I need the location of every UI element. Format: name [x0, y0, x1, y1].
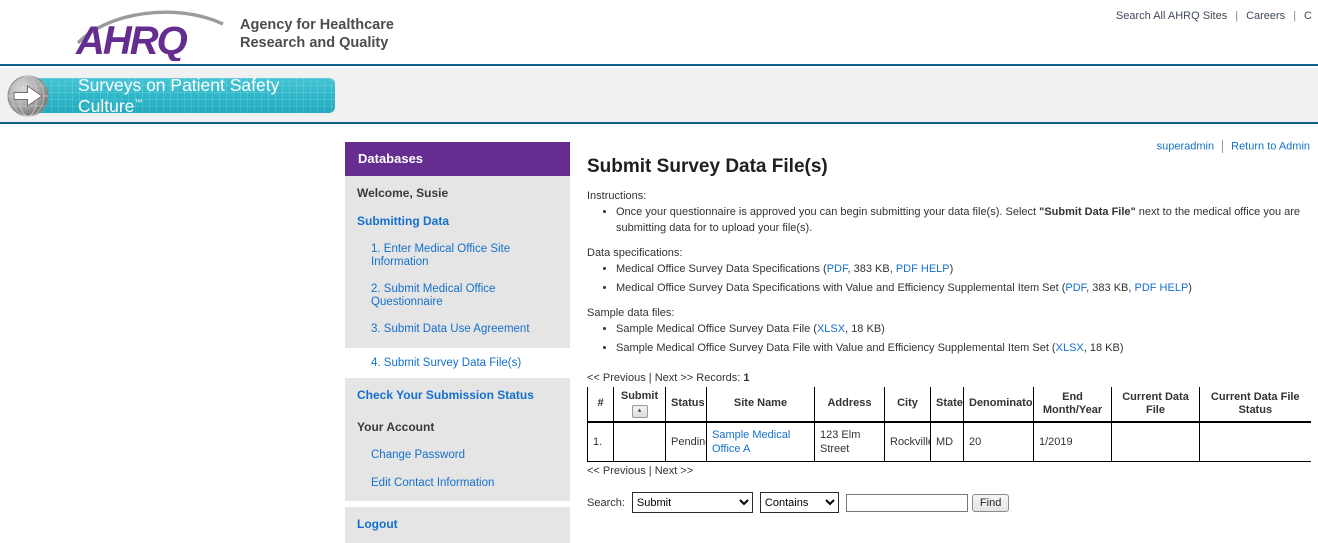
sidebar-item-step-1[interactable]: 1. Enter Medical Office Site Information	[345, 236, 570, 276]
sidebar-item-submitting-data[interactable]: Submitting Data	[345, 208, 570, 236]
sops-banner: Surveys on Patient Safety Culture™	[30, 78, 335, 113]
survey-data-table: # Submit▴ Status Site Name Address City …	[587, 387, 1311, 463]
spec-item-2: Medical Office Survey Data Specification…	[616, 281, 1310, 297]
col-header-state: State	[931, 387, 964, 422]
sidebar-block-logout: Logout	[345, 507, 570, 543]
pager-previous[interactable]: << Previous	[587, 372, 646, 384]
sidebar-item-step-2[interactable]: 2. Submit Medical Office Questionnaire	[345, 276, 570, 316]
cell-city: Rockville	[885, 422, 931, 462]
table-search-bar: Search: Submit Contains Find	[587, 492, 1310, 513]
sidebar-label-your-account: Your Account	[345, 414, 570, 442]
main-content: Submit Survey Data File(s) Instructions:…	[587, 156, 1310, 513]
sidebar-item-logout[interactable]: Logout	[345, 511, 570, 539]
program-banner-band: Surveys on Patient Safety Culture™	[0, 68, 1318, 124]
sample1-xlsx-link[interactable]: XLSX	[817, 323, 845, 335]
search-field-select[interactable]: Submit	[632, 492, 753, 513]
ahrq-logo[interactable]: AHRQ Agency for Healthcare Research and …	[74, 7, 394, 61]
spec1-pdf-link[interactable]: PDF	[827, 263, 848, 275]
instructions-bullet: Once your questionnaire is approved you …	[616, 205, 1310, 237]
ahrq-logo-graphic: AHRQ	[74, 7, 226, 61]
col-header-status: Status	[666, 387, 707, 422]
sample2-xlsx-link[interactable]: XLSX	[1056, 342, 1084, 354]
page-title: Submit Survey Data File(s)	[587, 156, 1310, 178]
sidebar-item-check-submission-status[interactable]: Check Your Submission Status	[345, 382, 570, 410]
search-operator-select[interactable]: Contains	[760, 492, 839, 513]
sample-data-files-label: Sample data files:	[587, 307, 1310, 319]
cell-status: Pending	[666, 422, 707, 462]
logo-tagline: Agency for Healthcare Research and Quali…	[240, 16, 394, 52]
data-specifications-label: Data specifications:	[587, 247, 1310, 259]
table-header-row: # Submit▴ Status Site Name Address City …	[588, 387, 1311, 422]
site-header: AHRQ Agency for Healthcare Research and …	[0, 0, 1318, 66]
header-utility-links: Search All AHRQ Sites|Careers|C	[1116, 10, 1312, 22]
col-header-number: #	[588, 387, 614, 422]
col-header-end-month-year: End Month/Year	[1034, 387, 1112, 422]
sample-files-list: Sample Medical Office Survey Data File (…	[587, 322, 1310, 357]
cell-state: MD	[931, 422, 964, 462]
cell-address: 123 Elm Street	[815, 422, 885, 462]
admin-bar-divider	[1222, 140, 1223, 153]
pager-previous-bottom[interactable]: << Previous	[587, 465, 646, 477]
header-link-cutoff[interactable]: C	[1304, 10, 1312, 22]
col-header-current-data-file-status: Current Data File Status	[1200, 387, 1311, 422]
col-header-denominator: Denominator	[964, 387, 1034, 422]
search-label: Search:	[587, 497, 625, 509]
cell-submit	[614, 422, 666, 462]
banner-title: Surveys on Patient Safety Culture™	[78, 75, 335, 117]
data-specifications-list: Medical Office Survey Data Specification…	[587, 262, 1310, 297]
sample-item-2: Sample Medical Office Survey Data File w…	[616, 341, 1310, 357]
superadmin-link[interactable]: superadmin	[1157, 140, 1214, 152]
records-count: 1	[743, 372, 749, 384]
col-header-address: Address	[815, 387, 885, 422]
instructions-list: Once your questionnaire is approved you …	[587, 205, 1310, 237]
logo-acronym: AHRQ	[75, 19, 188, 61]
return-to-admin-link[interactable]: Return to Admin	[1231, 140, 1310, 152]
trademark-symbol: ™	[134, 98, 142, 107]
table-row: 1. Pending Sample Medical Office A 123 E…	[588, 422, 1311, 462]
spec1-pdf-help-link[interactable]: PDF HELP	[896, 263, 950, 275]
cell-number: 1.	[588, 422, 614, 462]
cell-current-data-file-status	[1200, 422, 1311, 462]
sort-arrow-icon: ▴	[638, 407, 642, 414]
col-header-submit: Submit▴	[614, 387, 666, 422]
col-header-city: City	[885, 387, 931, 422]
site-name-link[interactable]: Sample Medical Office A	[712, 429, 790, 455]
col-header-site-name: Site Name	[707, 387, 815, 422]
header-link-search-all-ahrq[interactable]: Search All AHRQ Sites	[1116, 10, 1227, 22]
sidebar-item-edit-contact-information[interactable]: Edit Contact Information	[345, 470, 570, 497]
sidebar-block-submitting: Welcome, Susie Submitting Data 1. Enter …	[345, 176, 570, 348]
instructions-label: Instructions:	[587, 190, 1310, 202]
pager-next[interactable]: Next >>	[655, 372, 694, 384]
sidebar-block-account: Check Your Submission Status Your Accoun…	[345, 378, 570, 501]
sidebar-item-step-3[interactable]: 3. Submit Data Use Agreement	[345, 316, 570, 343]
submit-sort-button[interactable]: ▴	[632, 405, 648, 418]
sidebar-item-step-4-current[interactable]: 4. Submit Survey Data File(s)	[345, 348, 570, 378]
cell-end-month-year: 1/2019	[1034, 422, 1112, 462]
sidebar-nav: Databases Welcome, Susie Submitting Data…	[345, 142, 570, 543]
sidebar-header-databases: Databases	[345, 142, 570, 176]
cell-denominator: 20	[964, 422, 1034, 462]
cell-site-name: Sample Medical Office A	[707, 422, 815, 462]
globe-arrow-icon	[7, 75, 49, 117]
spec2-pdf-link[interactable]: PDF	[1065, 282, 1086, 294]
sample-item-1: Sample Medical Office Survey Data File (…	[616, 322, 1310, 338]
header-link-careers[interactable]: Careers	[1246, 10, 1285, 22]
sidebar-welcome-text: Welcome, Susie	[345, 180, 570, 208]
spec-item-1: Medical Office Survey Data Specification…	[616, 262, 1310, 278]
pager-bottom: << Previous | Next >>	[587, 465, 1310, 477]
sidebar-item-change-password[interactable]: Change Password	[345, 442, 570, 469]
spec2-pdf-help-link[interactable]: PDF HELP	[1134, 282, 1188, 294]
records-label: Records:	[696, 372, 740, 384]
pager-top: << Previous | Next >> Records: 1	[587, 372, 1310, 384]
admin-bar: superadmin Return to Admin	[1157, 140, 1310, 153]
cell-current-data-file	[1112, 422, 1200, 462]
col-header-current-data-file: Current Data File	[1112, 387, 1200, 422]
pager-next-bottom[interactable]: Next >>	[655, 465, 694, 477]
